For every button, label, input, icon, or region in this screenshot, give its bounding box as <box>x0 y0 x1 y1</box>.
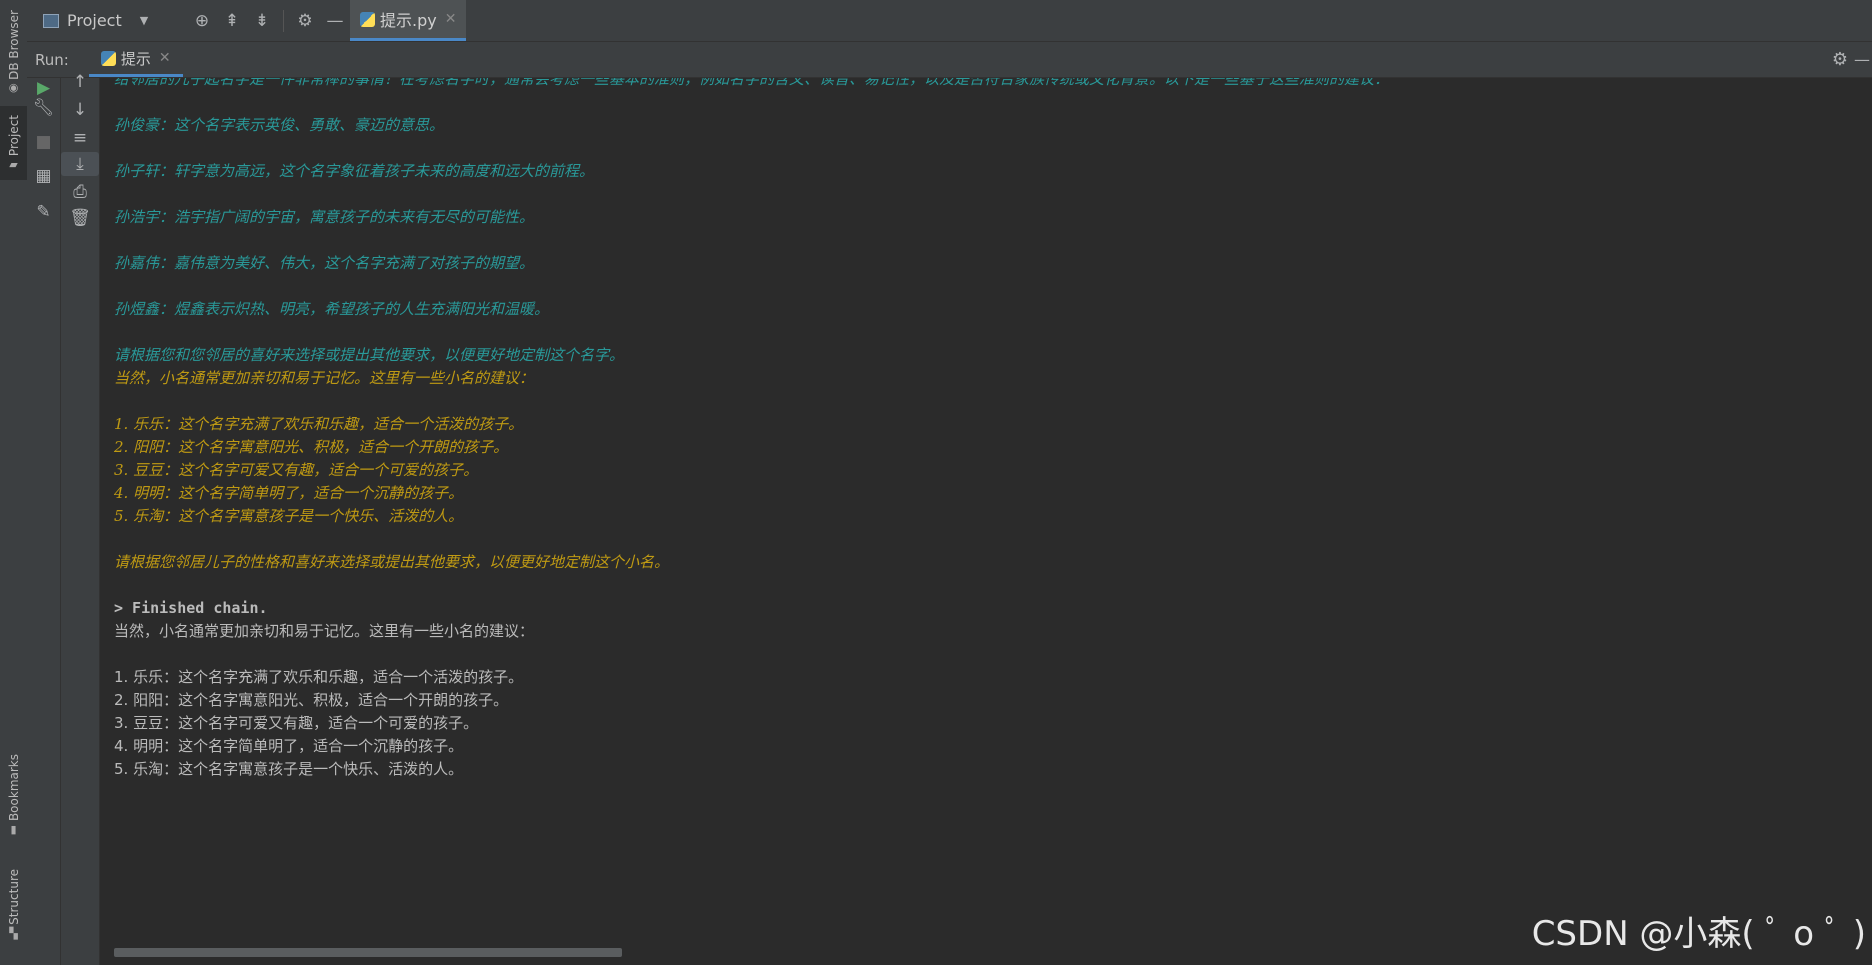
minimize-icon[interactable]: — <box>1854 50 1870 69</box>
project-window-icon <box>43 13 59 28</box>
console-line: 2. 阳阳：这个名字寓意阳光、积极，适合一个开朗的孩子。 <box>114 438 509 456</box>
db-browser-label: DB Browser <box>6 9 21 80</box>
run-output-column: ↑ ↓ ≡ ⤓ ⎙ 🗑︎ <box>61 72 100 965</box>
run-panel-header: Run: 提示 ✕ ⚙ — <box>27 42 1872 78</box>
console-line: 孙俊豪：这个名字表示英俊、勇敢、豪迈的意思。 <box>114 116 445 134</box>
run-tab-tishi[interactable]: 提示 ✕ <box>88 42 183 77</box>
layout-icon[interactable]: ▦ <box>27 164 60 188</box>
bookmark-icon: ▮ <box>10 823 17 837</box>
close-icon[interactable]: ✕ <box>159 50 171 66</box>
project-tab[interactable]: Project ▰ <box>0 106 27 180</box>
horizontal-scrollbar[interactable] <box>114 948 622 957</box>
project-dropdown[interactable]: Project ▼ <box>27 11 187 30</box>
db-browser-tab[interactable]: DB Browser ◉ <box>0 8 27 96</box>
chevron-down-icon: ▼ <box>139 14 149 27</box>
project-dropdown-label: Project <box>67 11 122 30</box>
expand-all-icon[interactable]: ⇞ <box>217 11 247 31</box>
close-icon[interactable]: ✕ <box>445 11 457 27</box>
bookmarks-label: Bookmarks <box>6 753 21 822</box>
pin-icon[interactable]: ✎ <box>27 200 60 224</box>
console-line: 孙嘉伟：嘉伟意为美好、伟大，这个名字充满了对孩子的期望。 <box>114 254 535 272</box>
python-run-icon <box>100 50 116 66</box>
console-line: 2. 阳阳：这个名字寓意阳光、积极，适合一个开朗的孩子。 <box>114 691 509 709</box>
structure-label: Structure <box>6 869 21 925</box>
print-icon[interactable]: ⎙ <box>61 180 99 204</box>
up-arrow-icon[interactable]: ↑ <box>61 70 99 94</box>
console-line: > Finished chain. <box>114 599 268 617</box>
gear-icon[interactable]: ⚙ <box>290 11 320 31</box>
console-line: 1. 乐乐：这个名字充满了欢乐和乐趣，适合一个活泼的孩子。 <box>114 415 524 433</box>
console-line: 4. 明明：这个名字简单明了，适合一个沉静的孩子。 <box>114 737 464 755</box>
soft-wrap-icon[interactable]: ≡ <box>61 126 99 150</box>
bookmarks-tab[interactable]: Bookmarks ▮ <box>0 745 27 845</box>
left-tool-strip: DB Browser ◉ Project ▰ Bookmarks ▮ Struc… <box>0 0 28 965</box>
top-toolbar: Project ▼ ⊕ ⇞ ⇟ ⚙ — 提示.py ✕ <box>27 0 1872 42</box>
console-line: 孙子轩：轩字意为高远，这个名字象征着孩子未来的高度和远大的前程。 <box>114 162 595 180</box>
python-file-icon <box>360 11 375 27</box>
wrench-icon[interactable]: 🔧︎ <box>27 96 60 120</box>
console-line: 请根据您邻居儿子的性格和喜好来选择或提出其他要求，以便更好地定制这个小名。 <box>114 553 670 571</box>
console-line: 当然，小名通常更加亲切和易于记忆。这里有一些小名的建议： <box>114 622 535 640</box>
minimize-icon[interactable]: — <box>320 11 350 31</box>
trash-icon[interactable]: 🗑︎ <box>61 206 99 230</box>
console-line: 3. 豆豆：这个名字可爱又有趣，适合一个可爱的孩子。 <box>114 714 479 732</box>
editor-tab-tishi[interactable]: 提示.py ✕ <box>350 0 467 41</box>
db-icon: ◉ <box>8 81 19 95</box>
console-line: 给邻居的儿子起名字是一件非常棒的事情！在考虑名字时，通常会考虑一些基本的准则，例… <box>114 78 1390 88</box>
project-label: Project <box>6 114 21 157</box>
run-actions-column: ▶ 🔧︎ ■ ▦ ✎ <box>27 78 61 965</box>
watermark: CSDN @小森( ﾟ o ﾟ ) <box>1531 914 1866 954</box>
editor-tab-label: 提示.py <box>380 11 437 30</box>
collapse-all-icon[interactable]: ⇟ <box>247 11 277 31</box>
stop-icon[interactable]: ■ <box>27 130 60 154</box>
console-line: 4. 明明：这个名字简单明了，适合一个沉静的孩子。 <box>114 484 464 502</box>
console-line: 3. 豆豆：这个名字可爱又有趣，适合一个可爱的孩子。 <box>114 461 479 479</box>
down-arrow-icon[interactable]: ↓ <box>61 98 99 122</box>
console-line: 5. 乐淘：这个名字寓意孩子是一个快乐、活泼的人。 <box>114 507 464 525</box>
structure-tab[interactable]: Structure ▚ <box>0 862 27 947</box>
run-tab-label: 提示 <box>120 49 151 68</box>
console-line: 请根据您和您邻居的喜好来选择或提出其他要求，以便更好地定制这个名字。 <box>114 346 625 364</box>
console-line: 5. 乐淘：这个名字寓意孩子是一个快乐、活泼的人。 <box>114 760 464 778</box>
folder-icon: ▰ <box>9 158 18 172</box>
console-line: 孙浩宇：浩宇指广阔的宇宙，寓意孩子的未来有无尽的可能性。 <box>114 208 535 226</box>
toolbar-divider <box>283 9 284 32</box>
console-line: 当然，小名通常更加亲切和易于记忆。这里有一些小名的建议： <box>114 369 535 387</box>
console-line: 1. 乐乐：这个名字充满了欢乐和乐趣，适合一个活泼的孩子。 <box>114 668 524 686</box>
scroll-to-end-icon[interactable]: ⤓ <box>61 152 99 176</box>
structure-icon: ▚ <box>9 926 18 940</box>
console-line: 孙煜鑫：煜鑫表示炽热、明亮，希望孩子的人生充满阳光和温暖。 <box>114 300 550 318</box>
target-icon[interactable]: ⊕ <box>187 11 217 31</box>
run-label: Run: <box>35 50 69 69</box>
gear-icon[interactable]: ⚙ <box>1832 49 1848 70</box>
console-output[interactable]: 给邻居的儿子起名字是一件非常棒的事情！在考虑名字时，通常会考虑一些基本的准则，例… <box>100 78 1872 965</box>
